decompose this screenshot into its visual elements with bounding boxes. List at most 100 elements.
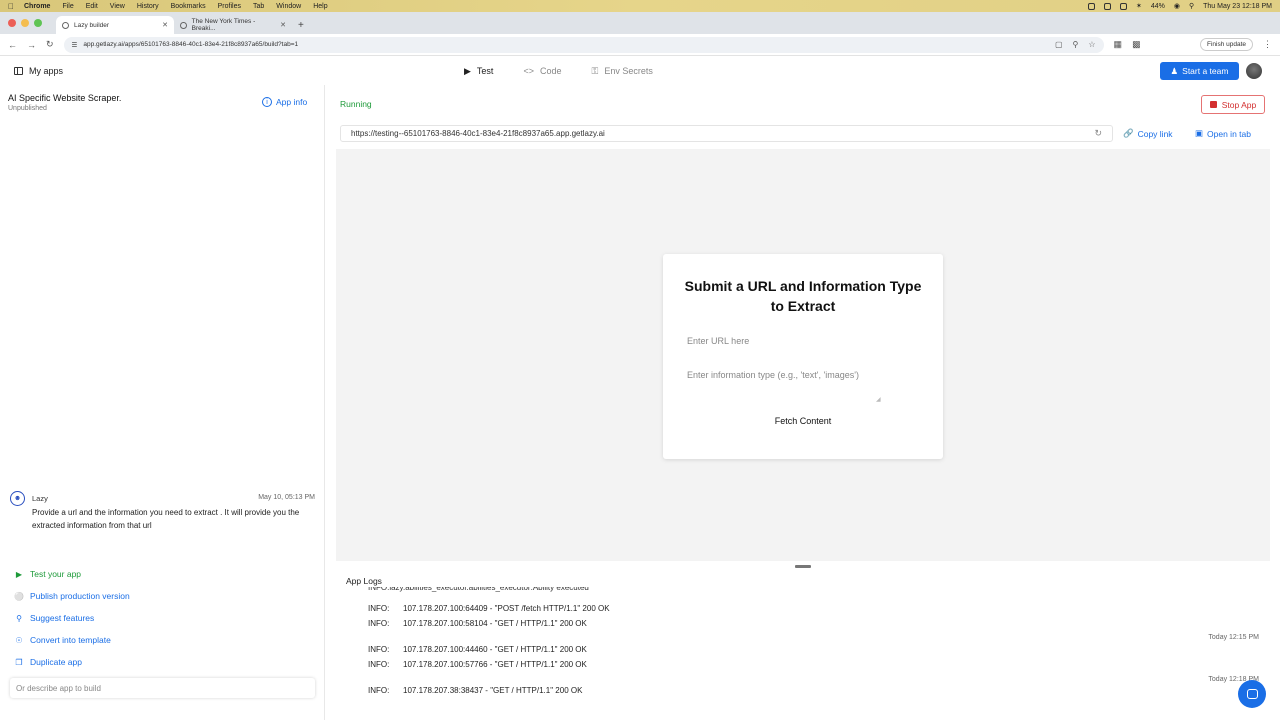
favicon-icon [180, 21, 187, 29]
close-window-icon[interactable] [8, 19, 16, 27]
close-tab-icon[interactable]: ✕ [162, 21, 168, 29]
fetch-content-button[interactable]: Fetch Content [748, 412, 858, 430]
info-icon: i [262, 97, 272, 107]
address-url: app.getlazy.ai/apps/65101763-8846-40c1-8… [83, 41, 299, 48]
menu-help[interactable]: Help [313, 3, 327, 10]
tab-env-secrets-label: Env Secrets [604, 66, 653, 76]
log-level: INFO: [368, 660, 390, 669]
user-avatar[interactable] [1246, 63, 1262, 79]
status-icon[interactable] [1087, 2, 1095, 10]
log-timestamp: Today 12:15 PM [1208, 634, 1259, 641]
app-running-status: Running [340, 99, 372, 109]
browser-tab-lazy[interactable]: Lazy builder ✕ [56, 16, 174, 34]
site-info-icon[interactable]: ☰ [72, 41, 78, 49]
bookmark-star-icon[interactable]: ☆ [1088, 40, 1095, 49]
log-text: 107.178.207.100:58104 - "GET / HTTP/1.1"… [403, 619, 587, 628]
resize-handle-icon[interactable]: ◢ [876, 396, 881, 403]
spotlight-icon[interactable]: ⚲ [1189, 2, 1194, 10]
describe-app-input[interactable]: Or describe app to build [10, 678, 315, 698]
copy-icon: ❐ [15, 657, 23, 667]
lazy-bot-icon: ☻ [10, 491, 25, 506]
app-info-button[interactable]: i App info [262, 97, 307, 107]
support-chat-button[interactable] [1238, 680, 1266, 708]
menu-bookmarks[interactable]: Bookmarks [171, 3, 206, 10]
tab-test[interactable]: ▶ Test [464, 66, 493, 77]
panel-resize-handle[interactable] [795, 565, 811, 568]
menu-tab[interactable]: Tab [253, 3, 264, 10]
tab-env-secrets[interactable]: ⚿ Env Secrets [591, 66, 652, 77]
play-icon: ▶ [15, 569, 23, 579]
tab-code-label: Code [539, 66, 562, 76]
copy-link-button[interactable]: 🔗 Copy link [1123, 128, 1173, 139]
my-apps-label: My apps [29, 66, 64, 76]
battery-percent[interactable]: 44% [1151, 3, 1165, 10]
app-preview: Submit a URL and Information Type to Ext… [336, 149, 1270, 561]
chrome-menu-icon[interactable]: ⋮ [1263, 39, 1272, 50]
action-list: ▶ Test your app ⚪ Publish production ver… [14, 563, 130, 673]
wifi-icon[interactable]: ◉ [1174, 2, 1180, 10]
address-bar[interactable]: ☰ app.getlazy.ai/apps/65101763-8846-40c1… [63, 36, 1104, 53]
forward-icon[interactable]: → [27, 40, 36, 50]
log-level: INFO: [368, 645, 390, 654]
minimize-window-icon[interactable] [21, 19, 29, 27]
menu-history[interactable]: History [137, 3, 159, 10]
extensions-icon[interactable]: ▦ [1114, 39, 1123, 50]
menu-app-name[interactable]: Chrome [24, 3, 50, 10]
information-type-input[interactable] [683, 364, 883, 406]
mode-tabs: ▶ Test <> Code ⚿ Env Secrets [464, 57, 653, 85]
menu-view[interactable]: View [110, 3, 125, 10]
app-logs-panel[interactable]: App Logs INFO:lazy.abilities_executor.ab… [336, 572, 1270, 712]
menu-profiles[interactable]: Profiles [218, 3, 241, 10]
tab-code[interactable]: <> Code [523, 66, 561, 76]
open-in-tab-label: Open in tab [1207, 128, 1251, 139]
menubar-datetime[interactable]: Thu May 23 12:18 PM [1203, 3, 1272, 10]
log-line: INFO: 107.178.207.100:57766 - "GET / HTT… [368, 660, 587, 669]
maximize-window-icon[interactable] [34, 19, 42, 27]
action-label: Test your app [30, 569, 82, 579]
convert-template-action[interactable]: ☉ Convert into template [14, 629, 130, 651]
zoom-icon[interactable]: ⚲ [1073, 40, 1079, 49]
app-info-label: App info [276, 97, 308, 107]
suggest-features-action[interactable]: ⚲ Suggest features [14, 607, 130, 629]
refresh-icon[interactable]: ↻ [1094, 128, 1102, 139]
finish-update-button[interactable]: Finish update [1199, 38, 1253, 51]
apple-icon[interactable]:  [8, 2, 14, 11]
action-label: Convert into template [30, 635, 111, 645]
window-controls [8, 12, 42, 34]
browser-tab-nyt[interactable]: The New York Times - Breaki... ✕ [174, 16, 292, 34]
new-tab-icon[interactable]: + [292, 20, 310, 34]
puzzle-icon[interactable]: ▩ [1132, 39, 1141, 50]
stop-app-label: Stop App [1221, 99, 1257, 110]
action-label: Suggest features [30, 613, 95, 623]
bluetooth-icon[interactable]: ✶ [1136, 2, 1142, 10]
back-icon[interactable]: ← [8, 40, 17, 50]
test-app-action[interactable]: ▶ Test your app [14, 563, 130, 585]
url-input[interactable] [683, 332, 923, 350]
log-text: 107.178.207.100:57766 - "GET / HTTP/1.1"… [403, 660, 587, 669]
menu-file[interactable]: File [62, 3, 73, 10]
close-tab-icon[interactable]: ✕ [280, 21, 286, 29]
action-label: Publish production version [30, 591, 130, 601]
menu-window[interactable]: Window [276, 3, 301, 10]
preview-url-bar[interactable]: https://testing--65101763-8846-40c1-83e4… [340, 125, 1113, 142]
status-icon[interactable] [1103, 2, 1111, 10]
log-line: INFO: 107.178.207.100:64409 - "POST /fet… [368, 604, 610, 613]
start-team-button[interactable]: ♟ Start a team [1160, 62, 1239, 80]
macos-menubar:  Chrome File Edit View History Bookmark… [0, 0, 1280, 12]
reload-icon[interactable]: ↻ [46, 39, 54, 50]
publish-action[interactable]: ⚪ Publish production version [14, 585, 130, 607]
open-in-tab-button[interactable]: ▣ Open in tab [1195, 128, 1251, 139]
menu-edit[interactable]: Edit [86, 3, 98, 10]
cast-icon[interactable]: ▢ [1055, 40, 1063, 49]
right-panel: Running Stop App https://testing--651017… [325, 85, 1280, 720]
stop-app-button[interactable]: Stop App [1201, 95, 1265, 114]
log-text: 107.178.207.100:64409 - "POST /fetch HTT… [403, 604, 610, 613]
status-icon[interactable] [1119, 2, 1127, 10]
my-apps-button[interactable]: My apps [14, 66, 63, 76]
message-author: Lazy [32, 494, 48, 503]
lightbulb-icon: ⚲ [16, 613, 22, 623]
duplicate-action[interactable]: ❐ Duplicate app [14, 651, 130, 673]
code-icon: <> [523, 66, 534, 76]
log-level: INFO: [368, 619, 390, 628]
stop-icon [1209, 101, 1217, 108]
